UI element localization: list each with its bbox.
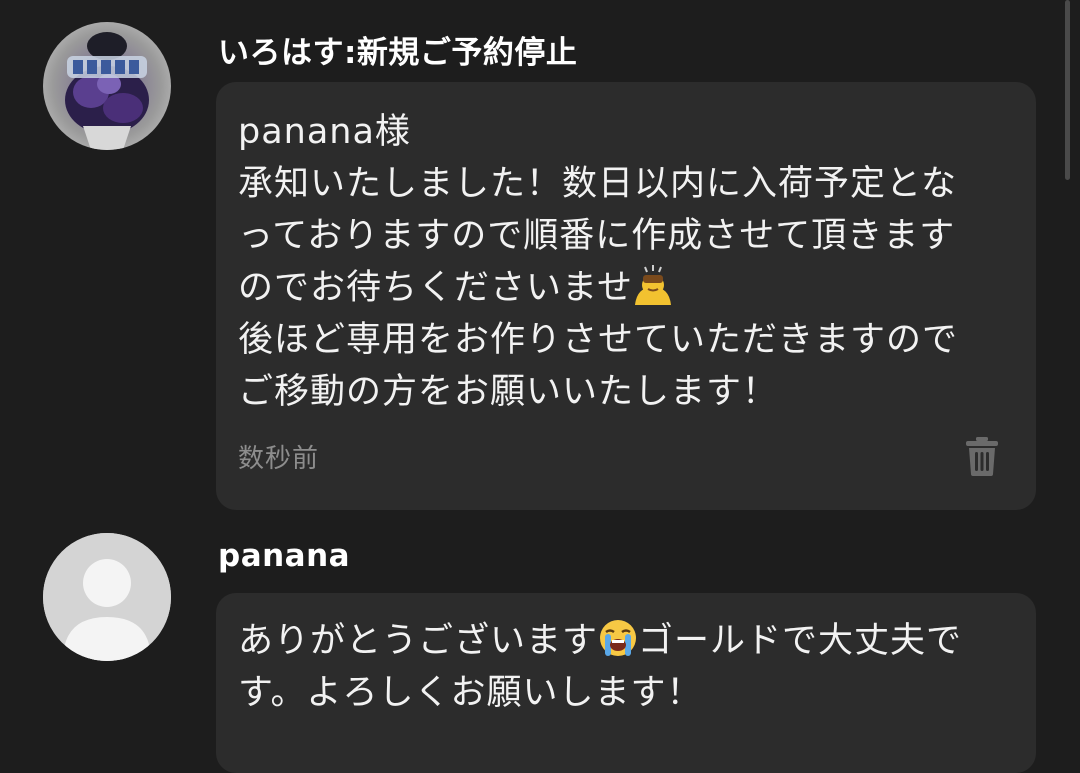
bouquet-photo-avatar bbox=[43, 22, 171, 150]
username: panana bbox=[218, 538, 351, 574]
timestamp: 数秒前 bbox=[238, 444, 320, 474]
username: いろはす:新規ご予約停止 bbox=[218, 35, 578, 71]
message-text: ありがとうございます ゴールドで大丈夫で す。よろしくお願いします！ bbox=[238, 615, 962, 719]
message-line: 後ほど専用をお作りさせていただきますので bbox=[238, 320, 959, 360]
message-line: panana様 bbox=[238, 112, 411, 152]
avatar-panana[interactable] bbox=[43, 533, 171, 661]
message-bubble: ありがとうございます ゴールドで大丈夫で す。よろしくお願いします！ bbox=[216, 593, 1036, 773]
message-line-with-emoji: のでお待ちくださいませ bbox=[238, 262, 958, 314]
person-bowing-emoji bbox=[633, 265, 673, 305]
scroll-thumb[interactable] bbox=[1065, 0, 1070, 180]
message-line-text: のでお待ちくださいませ bbox=[238, 268, 633, 308]
avatar-iroha[interactable] bbox=[43, 22, 171, 150]
scrollbar[interactable] bbox=[1062, 0, 1080, 736]
default-user-avatar bbox=[43, 533, 171, 661]
trash-icon bbox=[966, 437, 998, 476]
message-line-with-emoji: ありがとうございます ゴールドで大丈夫で bbox=[238, 615, 962, 667]
message-line: す。よろしくお願いします！ bbox=[238, 673, 703, 713]
message-line: 承知いたしました！数日以内に入荷予定とな bbox=[238, 164, 957, 204]
loudly-crying-face-emoji bbox=[598, 618, 638, 658]
message-text: panana様 承知いたしました！数日以内に入荷予定とな っておりますので順番に… bbox=[238, 106, 958, 418]
delete-button[interactable] bbox=[964, 436, 1000, 476]
message-line: っておりますので順番に作成させて頂きます bbox=[238, 216, 956, 256]
message-bubble: panana様 承知いたしました！数日以内に入荷予定とな っておりますので順番に… bbox=[216, 82, 1036, 510]
message-line-text: ゴールドで大丈夫で bbox=[638, 621, 963, 661]
message-line: ご移動の方をお願いいたします！ bbox=[238, 372, 779, 412]
message-line-text: ありがとうございます bbox=[238, 621, 599, 661]
